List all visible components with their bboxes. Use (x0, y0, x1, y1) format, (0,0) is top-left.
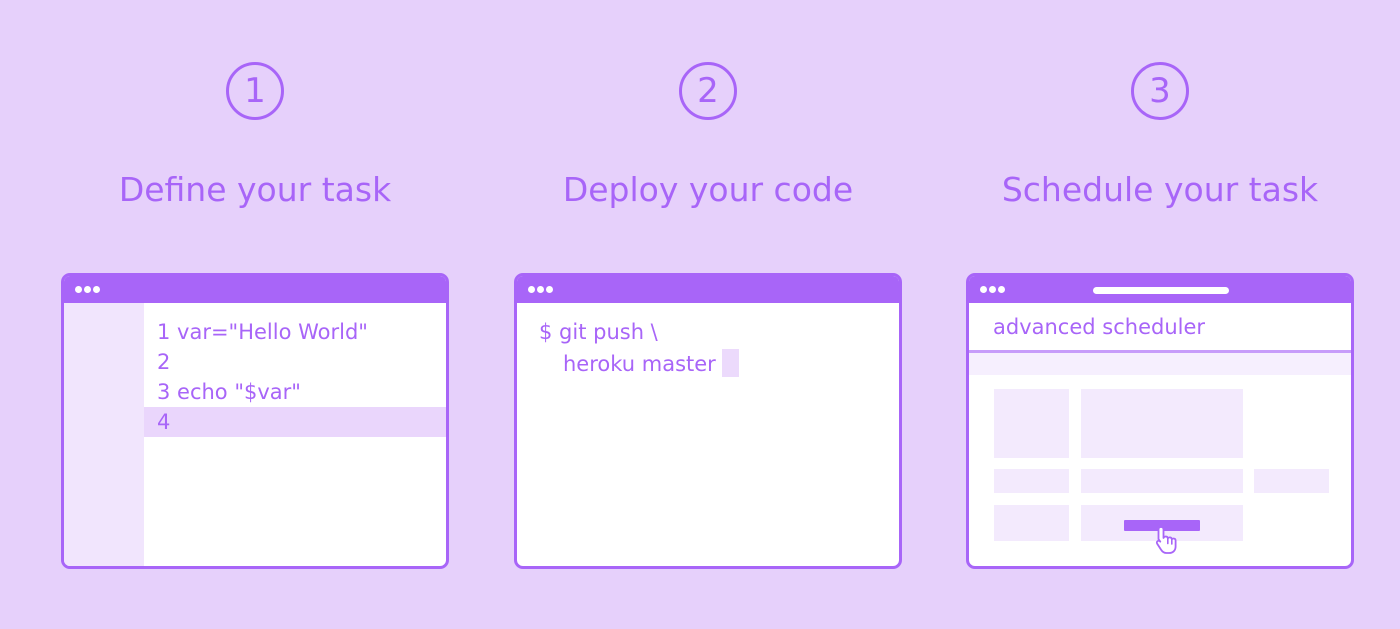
window-dot (528, 286, 535, 293)
placeholder-block (994, 469, 1069, 493)
placeholder-block (1081, 389, 1243, 458)
terminal-line: $ git push \ (539, 316, 739, 348)
window-dot (989, 286, 996, 293)
window-dot (998, 286, 1005, 293)
window-titlebar (969, 276, 1351, 303)
window-dots-icon (980, 286, 1007, 293)
step-title: Schedule your task (1001, 170, 1319, 209)
scheduler-toolbar-strip (969, 353, 1351, 375)
terminal-line: heroku master (539, 348, 739, 380)
terminal-line-text: heroku master (563, 352, 716, 376)
step-schedule-task: 3 Schedule your task advanced scheduler (960, 0, 1360, 629)
placeholder-block (1081, 469, 1243, 493)
window-dot (75, 286, 82, 293)
step-title: Define your task (118, 170, 392, 209)
step-deploy-code: 2 Deploy your code $ git push \ heroku m… (508, 0, 908, 629)
placeholder-block (1254, 469, 1329, 493)
editor-window: 1 var="Hello World" 2 3 echo "$var" 4 (61, 273, 449, 569)
window-dot (93, 286, 100, 293)
scheduler-window: advanced scheduler (966, 273, 1354, 569)
code-line: 1 var="Hello World" (157, 320, 368, 344)
step-number-badge: 3 (1131, 62, 1189, 120)
page: 1 Define your task 1 var="Hello World" 2… (0, 0, 1400, 629)
scheduler-header: advanced scheduler (969, 303, 1351, 353)
terminal-lines: $ git push \ heroku master (539, 316, 739, 380)
window-dots-icon (75, 286, 102, 293)
step-number-badge: 2 (679, 62, 737, 120)
window-dot (546, 286, 553, 293)
window-dot (84, 286, 91, 293)
placeholder-block (994, 389, 1069, 458)
address-bar (1093, 287, 1229, 294)
placeholder-block (994, 505, 1069, 541)
window-dots-icon (528, 286, 555, 293)
terminal-window: $ git push \ heroku master (514, 273, 902, 569)
step-title: Deploy your code (562, 170, 854, 209)
code-line: 2 (157, 350, 171, 374)
terminal-cursor (721, 349, 739, 377)
editor-gutter (64, 303, 144, 566)
scheduler-title: advanced scheduler (993, 315, 1206, 339)
code-line: 3 echo "$var" (157, 380, 301, 404)
window-dot (537, 286, 544, 293)
step-number-badge: 1 (226, 62, 284, 120)
step-define-task: 1 Define your task 1 var="Hello World" 2… (55, 0, 455, 629)
window-titlebar (64, 276, 446, 303)
code-lines: 1 var="Hello World" 2 3 echo "$var" 4 (144, 317, 446, 437)
hand-pointer-icon (1155, 526, 1177, 554)
window-dot (980, 286, 987, 293)
terminal-line-text: $ git push \ (539, 320, 658, 344)
code-line-active: 4 (144, 407, 446, 437)
window-titlebar (517, 276, 899, 303)
